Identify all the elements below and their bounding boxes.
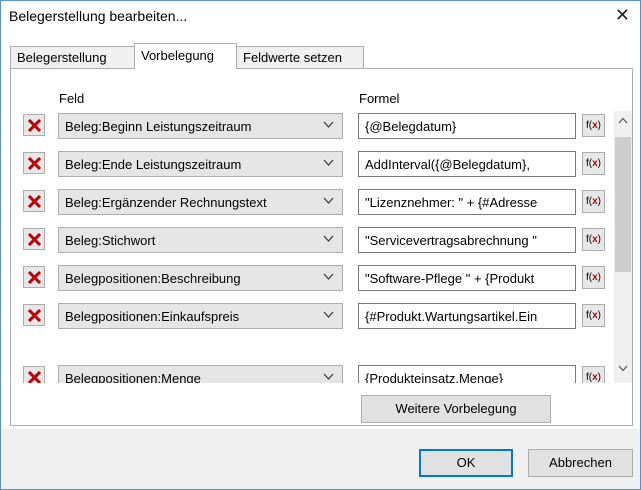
field-select-value: Beleg:Ergänzender Rechnungstext [65, 195, 267, 210]
formula-input[interactable]: {#Produkt.Wartungsartikel.Ein [358, 303, 576, 329]
formula-value: "Lizenznehmer: " + {#Adresse [365, 195, 538, 210]
formula-editor-button[interactable]: f(x) [582, 228, 605, 251]
formula-value: {@Belegdatum} [365, 119, 457, 134]
ok-button[interactable]: OK [419, 449, 513, 477]
chevron-down-icon [323, 121, 334, 128]
field-select[interactable]: Beleg:Ergänzender Rechnungstext [58, 189, 343, 215]
formula-value: "Software-Pflege " + {Produkt [365, 271, 535, 286]
delete-row-button[interactable] [23, 114, 45, 136]
field-select[interactable]: Beleg:Beginn Leistungszeitraum [58, 113, 343, 139]
tab-feldwerte-setzen[interactable]: Feldwerte setzen [236, 46, 364, 68]
delete-x-icon [28, 195, 41, 208]
formula-value: {Produkteinsatz.Menge} [365, 371, 504, 383]
field-select-value: Beleg:Beginn Leistungszeitraum [65, 119, 252, 134]
delete-x-icon [28, 271, 41, 284]
field-select[interactable]: Belegpositionen:Einkaufspreis [58, 303, 343, 329]
field-select-value: Belegpositionen:Menge [65, 371, 201, 383]
delete-x-icon [28, 371, 41, 383]
chevron-down-icon [323, 311, 334, 318]
field-select[interactable]: Belegpositionen:Beschreibung [58, 265, 343, 291]
delete-row-button[interactable] [23, 266, 45, 288]
tab-belegerstellung[interactable]: Belegerstellung [10, 46, 135, 68]
tab-vorbelegung[interactable]: Vorbelegung [134, 43, 237, 69]
delete-x-icon [28, 119, 41, 132]
delete-row-button[interactable] [23, 304, 45, 326]
title-bar: Belegerstellung bearbeiten... ✕ [1, 1, 640, 31]
field-select-value: Belegpositionen:Beschreibung [65, 271, 241, 286]
column-header-formula: Formel [359, 91, 400, 106]
chevron-down-icon [323, 197, 334, 204]
more-presets-button[interactable]: Weitere Vorbelegung [361, 395, 551, 423]
formula-editor-button[interactable]: f(x) [582, 152, 605, 175]
chevron-down-icon[interactable] [618, 365, 628, 372]
delete-x-icon [28, 233, 41, 246]
delete-row-button[interactable] [23, 366, 45, 383]
chevron-down-icon [323, 235, 334, 242]
field-select-value: Beleg:Stichwort [65, 233, 156, 248]
chevron-down-icon [323, 273, 334, 280]
chevron-down-icon [323, 159, 334, 166]
delete-row-button[interactable] [23, 190, 45, 212]
column-header-field: Feld [59, 91, 85, 106]
window-title: Belegerstellung bearbeiten... [9, 8, 188, 24]
vertical-scrollbar[interactable] [614, 111, 632, 383]
formula-input[interactable]: "Lizenznehmer: " + {#Adresse [358, 189, 576, 215]
field-select-value: Belegpositionen:Einkaufspreis [65, 309, 240, 324]
chevron-down-icon [323, 373, 334, 380]
delete-x-icon [28, 309, 41, 322]
delete-row-button[interactable] [23, 228, 45, 250]
delete-x-icon [28, 157, 41, 170]
formula-input[interactable]: {Produkteinsatz.Menge} [358, 365, 576, 383]
formula-editor-button[interactable]: f(x) [582, 304, 605, 327]
formula-input[interactable]: AddInterval({@Belegdatum}, [358, 151, 576, 177]
chevron-up-icon[interactable] [618, 117, 628, 124]
formula-input[interactable]: {@Belegdatum} [358, 113, 576, 139]
formula-input[interactable]: "Servicevertragsabrechnung " [358, 227, 576, 253]
cancel-button[interactable]: Abbrechen [528, 449, 633, 477]
scrollbar-thumb[interactable] [615, 137, 631, 272]
delete-row-button[interactable] [23, 152, 45, 174]
formula-editor-button[interactable]: f(x) [582, 266, 605, 289]
field-select[interactable]: Beleg:Stichwort [58, 227, 343, 253]
formula-editor-button[interactable]: f(x) [582, 114, 605, 137]
rows-viewport: Beleg:Beginn Leistungszeitraum {@Belegda… [11, 111, 611, 383]
field-select[interactable]: Beleg:Ende Leistungszeitraum [58, 151, 343, 177]
close-icon[interactable]: ✕ [615, 5, 630, 25]
formula-value: {#Produkt.Wartungsartikel.Ein [365, 309, 538, 324]
field-select-value: Beleg:Ende Leistungszeitraum [65, 157, 242, 172]
formula-editor-button[interactable]: f(x) [582, 190, 605, 213]
formula-value: "Servicevertragsabrechnung " [365, 233, 537, 248]
formula-value: AddInterval({@Belegdatum}, [365, 157, 530, 172]
dialog-window: Belegerstellung bearbeiten... ✕ Belegers… [0, 0, 641, 490]
formula-editor-button[interactable]: f(x) [582, 366, 605, 383]
formula-input[interactable]: "Software-Pflege " + {Produkt [358, 265, 576, 291]
field-select[interactable]: Belegpositionen:Menge [58, 365, 343, 383]
